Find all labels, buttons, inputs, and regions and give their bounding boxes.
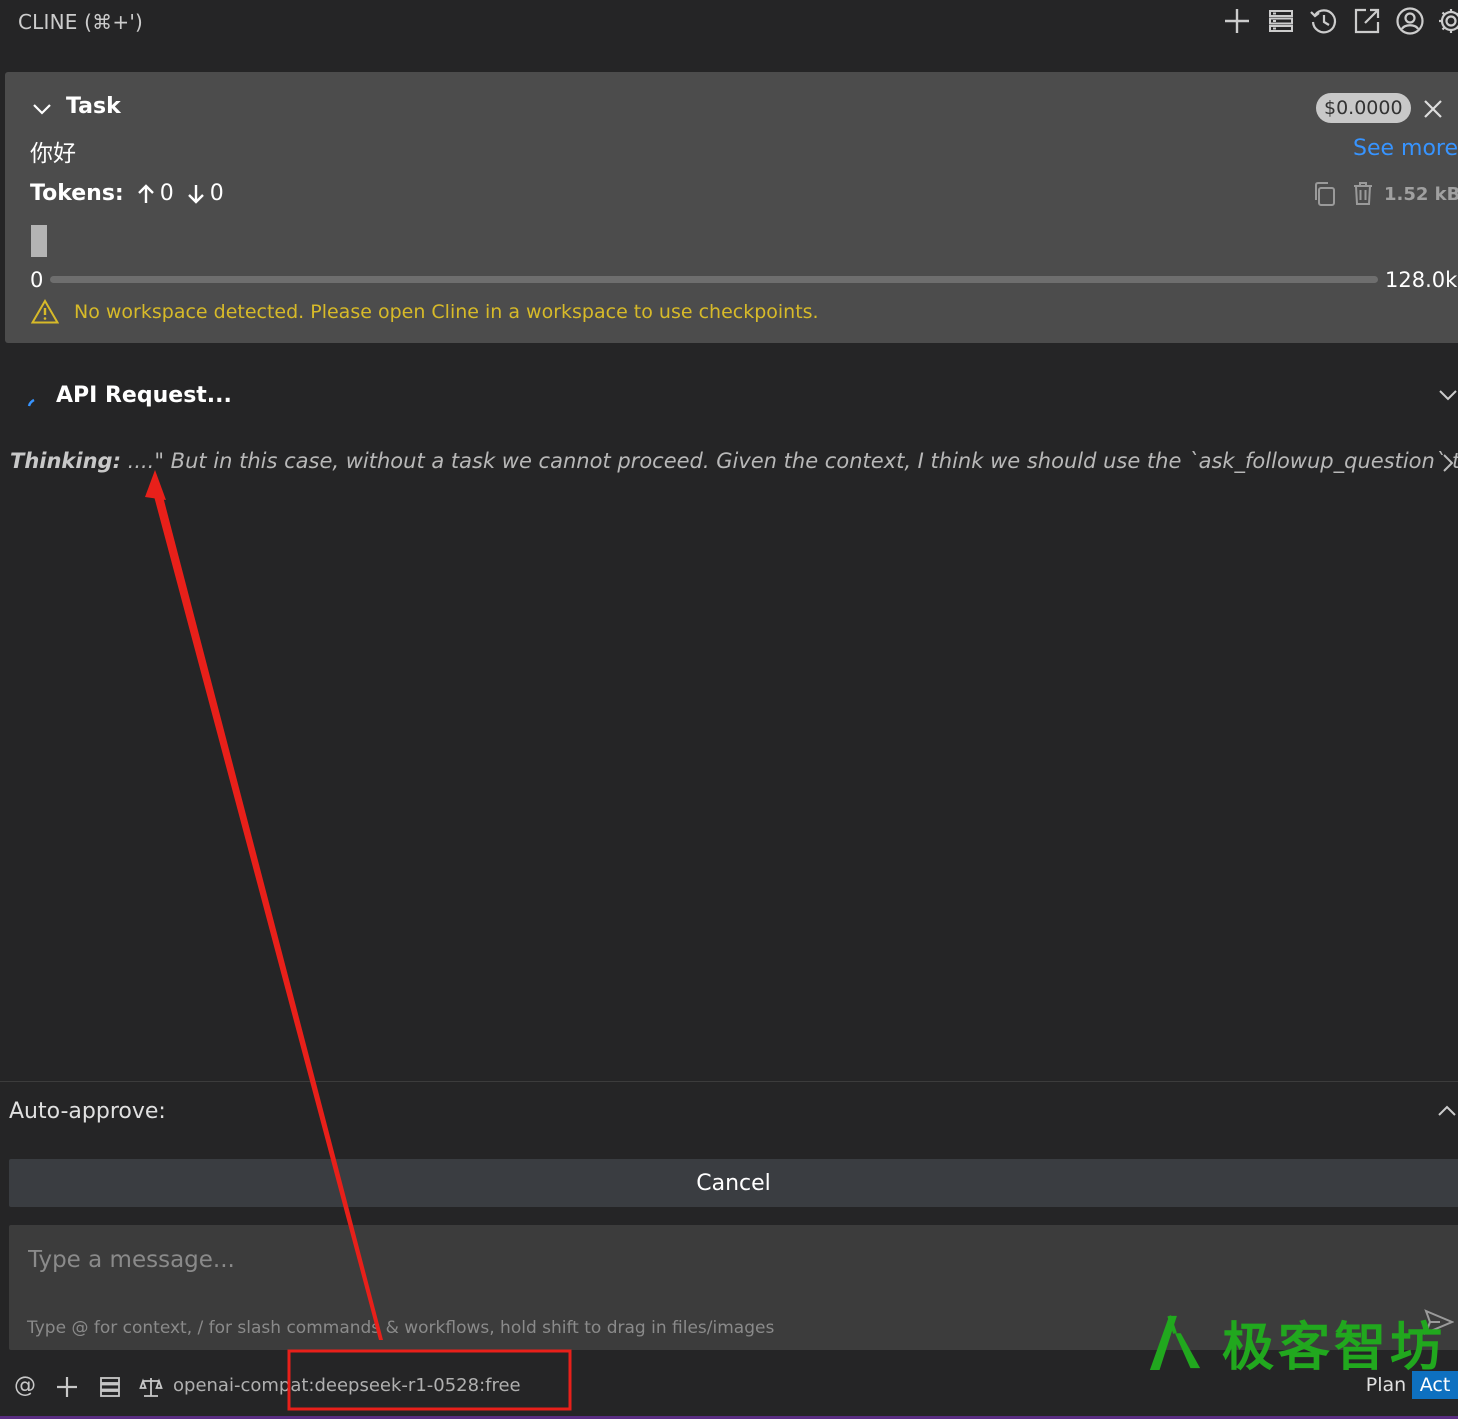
thinking-label: Thinking: (10, 449, 121, 473)
model-scale-icon[interactable] (139, 1375, 163, 1399)
api-request-title: API Request... (56, 383, 232, 408)
watermark-text: 极客智坊 (1221, 1317, 1446, 1378)
thinking-content: ...." But in this case, without a task w… (120, 449, 1458, 473)
task-size: 1.52 kB (1384, 184, 1458, 205)
tokens-label: Tokens: (30, 181, 124, 206)
context-window-track (50, 276, 1378, 283)
chevron-down-icon[interactable] (31, 98, 53, 120)
popout-icon[interactable] (1352, 6, 1382, 36)
loading-spinner-icon (27, 398, 37, 408)
task-label: Task (66, 94, 121, 119)
annotation-arrow-shaft (151, 485, 383, 1340)
watermark-logo: 极客智坊 (1146, 1308, 1446, 1378)
account-icon[interactable] (1395, 6, 1425, 36)
trash-icon[interactable] (1352, 180, 1374, 206)
chevron-right-icon[interactable] (1441, 452, 1455, 474)
top-bar: CLINE (⌘+') (0, 0, 1458, 46)
auto-approve-label[interactable]: Auto-approve: (9, 1099, 166, 1124)
divider (0, 1081, 1458, 1082)
see-more-link[interactable]: See more (1353, 136, 1458, 161)
task-text: 你好 (30, 141, 76, 167)
composer-hint: Type @ for context, / for slash commands… (27, 1318, 775, 1338)
arrow-down-icon (186, 183, 206, 205)
task-panel: Task $0.0000 你好 See more Tokens: 0 0 1.5… (5, 72, 1458, 343)
arrow-up-icon (136, 183, 156, 205)
plus-icon[interactable] (1222, 6, 1252, 36)
chevron-down-icon[interactable] (1437, 386, 1458, 404)
close-icon[interactable] (1422, 98, 1444, 120)
tokens-out: 0 (209, 181, 224, 206)
tokens-in: 0 (159, 181, 174, 206)
mention-button[interactable]: @ (14, 1373, 38, 1398)
annotation-arrow-head (145, 470, 166, 500)
server-icon[interactable] (1266, 6, 1296, 36)
warning-icon (31, 299, 59, 324)
model-selector[interactable]: openai-compat:deepseek-r1-0528:free (173, 1375, 521, 1396)
chevron-up-icon[interactable] (1436, 1102, 1458, 1120)
context-used: 0 (30, 268, 44, 292)
watermark-logo-icon (1149, 1315, 1201, 1371)
history-icon[interactable] (1309, 6, 1339, 36)
tokens-row: Tokens: 0 0 (30, 181, 224, 206)
server-icon[interactable] (98, 1375, 122, 1399)
context-max: 128.0k (1385, 268, 1458, 292)
app-title: CLINE (⌘+') (18, 10, 144, 34)
message-input[interactable] (26, 1237, 1130, 1283)
workspace-warning: No workspace detected. Please open Cline… (74, 301, 819, 323)
add-icon[interactable] (55, 1375, 79, 1399)
context-usage-bar (31, 225, 47, 257)
thinking-text[interactable]: Thinking: ...." But in this case, withou… (10, 449, 1458, 473)
copy-icon[interactable] (1312, 181, 1336, 207)
settings-icon[interactable] (1436, 6, 1458, 36)
cancel-button[interactable]: Cancel (9, 1159, 1458, 1207)
cost-badge: $0.0000 (1316, 93, 1411, 123)
